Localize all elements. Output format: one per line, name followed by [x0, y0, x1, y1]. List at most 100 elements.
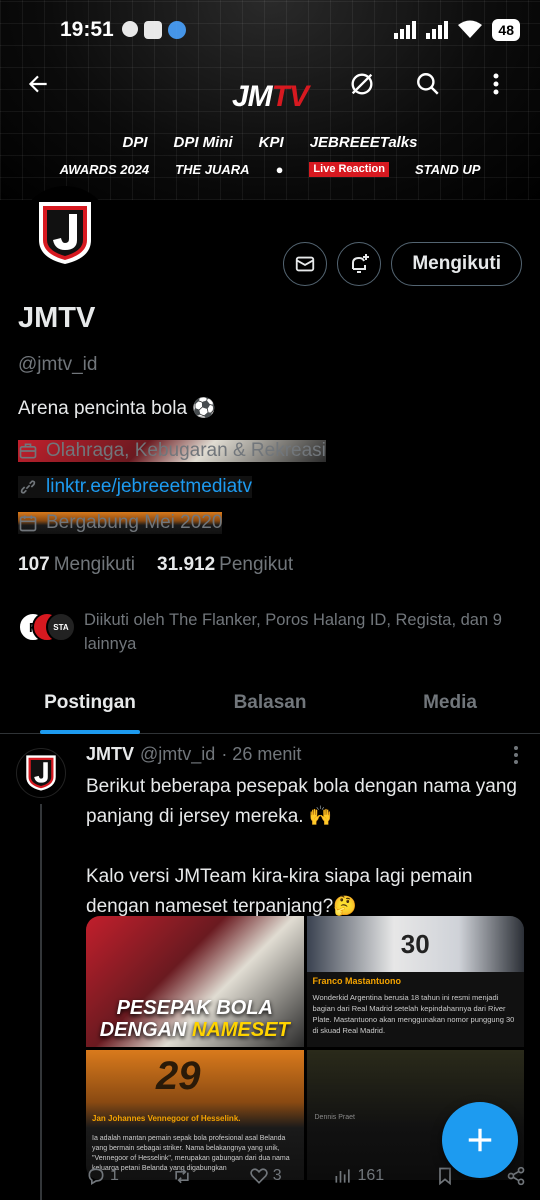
follow-counts: 107 Mengikuti 31.912 Pengikut [18, 554, 293, 576]
like-button[interactable]: 3 [249, 1166, 282, 1186]
post-image[interactable]: 30 Franco Mastantuono Wonderkid Argentin… [306, 916, 524, 1047]
briefcase-icon [19, 443, 37, 459]
image-caption: Jan Johannes Vennegoor of Hesselink. [92, 1113, 241, 1123]
jersey-image: 30 [306, 916, 524, 972]
bookmark-icon [439, 1167, 451, 1186]
banner-logos-row-2: AWARDS 2024 THE JUARA ● Live Reaction ST… [0, 162, 540, 177]
profile-handle: @jmtv_id [18, 354, 98, 375]
following-count-link[interactable]: 107 Mengikuti [18, 554, 135, 576]
followed-by-text: Diikuti oleh The Flanker, Poros Halang I… [84, 611, 502, 653]
post-more-button[interactable] [514, 746, 518, 770]
bookmark-button[interactable] [436, 1166, 454, 1186]
following-label: Mengikuti [53, 554, 136, 575]
compose-post-button[interactable] [442, 1102, 518, 1178]
more-options-button[interactable] [476, 64, 516, 104]
profile-tabs: Postingan Balasan Media [0, 672, 540, 734]
thread-line [40, 804, 42, 1200]
following-count: 107 [18, 554, 50, 575]
image-caption: Dennis Praet [314, 1113, 355, 1121]
wifi-icon [458, 20, 483, 38]
post-image[interactable]: 29 Jan Johannes Vennegoor of Hesselink. … [86, 1049, 304, 1180]
post-author-name[interactable]: JMTV [86, 744, 134, 765]
banner-logo: DPI [122, 134, 148, 151]
banner-logo: DPI Mini [173, 134, 233, 151]
tab-postingan[interactable]: Postingan [0, 672, 180, 733]
heart-icon [249, 1168, 268, 1184]
profile-avatar[interactable] [18, 186, 112, 280]
post-avatar[interactable] [16, 748, 66, 798]
search-button[interactable] [408, 64, 448, 104]
post-text: Berikut beberapa pesepak bola dengan nam… [86, 776, 517, 917]
following-button[interactable]: Mengikuti [391, 242, 522, 286]
banner-logos-row-1: DPI DPI Mini KPI JEBREEETalks [0, 134, 540, 151]
followers-label: Pengikut [219, 554, 294, 575]
banner-brand-main: JM [231, 80, 273, 113]
post-author-handle: @jmtv_id [140, 744, 216, 764]
profile-category: Olahraga, Kebugaran & Rekreasi [18, 440, 326, 462]
share-icon [507, 1166, 525, 1186]
followers-count: 31.912 [157, 554, 216, 575]
post-time: · 26 menit [221, 744, 302, 764]
jmtv-logo-icon [39, 202, 91, 264]
banner-logo: THE JUARA [175, 162, 250, 177]
banner-logo: KPI [258, 134, 284, 151]
headline-line-2b: NAMESET [191, 1018, 290, 1041]
alarm-icon [121, 21, 138, 37]
signal-icon-2 [426, 21, 449, 39]
reply-count: 1 [110, 1167, 119, 1184]
repost-icon [175, 1168, 189, 1184]
message-button[interactable] [283, 242, 328, 286]
tab-media[interactable]: Media [360, 672, 540, 733]
category-label: Olahraga, Kebugaran & Rekreasi [46, 440, 326, 461]
image-text: Wonderkid Argentina berusia 18 tahun ini… [312, 993, 515, 1035]
link-icon [20, 480, 36, 494]
jersey-number: 29 [156, 1053, 201, 1098]
banner-logo: Live Reaction [309, 162, 389, 177]
image-caption: Franco Mastantuono [312, 976, 402, 986]
profile-actions: Mengikuti [283, 242, 522, 286]
views-count: 161 [357, 1167, 385, 1184]
repost-button[interactable] [171, 1166, 197, 1186]
tab-balasan[interactable]: Balasan [180, 672, 360, 733]
telegram-icon [167, 21, 186, 39]
banner-logo: AWARDS 2024 [59, 162, 150, 177]
reply-button[interactable]: 1 [86, 1166, 119, 1186]
profile-link: linktr.ee/jebreeetmediatv [18, 476, 252, 498]
bell-plus-icon [352, 254, 370, 273]
arrow-left-icon [28, 75, 47, 93]
follower-avatar: STA [46, 612, 76, 642]
views-button[interactable]: 161 [333, 1166, 384, 1186]
profile-bio: Arena pencinta bola ⚽ [18, 398, 216, 419]
reply-icon [88, 1168, 104, 1185]
plus-icon [468, 1128, 492, 1152]
battery-icon: 48 [492, 19, 520, 41]
grok-button[interactable] [342, 64, 382, 104]
more-vertical-icon [514, 746, 518, 764]
grok-icon [351, 73, 373, 95]
followers-count-link[interactable]: 31.912 Pengikut [157, 554, 293, 576]
followed-by[interactable]: F STA Diikuti oleh The Flanker, Poros Ha… [18, 608, 528, 656]
views-icon [335, 1169, 351, 1183]
banner-brand-logo: JMTV [0, 80, 540, 114]
share-button[interactable] [506, 1166, 526, 1186]
headline-line-2a: DENGAN [99, 1018, 192, 1041]
profile-joined: Bergabung Mei 2020 [18, 512, 223, 534]
banner-logo: JEBREEETalks [309, 134, 418, 151]
notification-subscribe-button[interactable] [337, 242, 382, 286]
jmtv-logo-icon [26, 755, 56, 791]
status-time: 19:51 [60, 18, 114, 41]
status-bar: 19:51 48 [0, 0, 540, 60]
joined-label: Bergabung Mei 2020 [46, 512, 223, 533]
more-vertical-icon [493, 73, 499, 95]
banner-logo: STAND UP [414, 162, 481, 177]
post-header: JMTV @jmtv_id · 26 menit [86, 744, 301, 765]
banner-brand-accent: TV [271, 80, 309, 113]
post-image[interactable]: PESEPAK BOLA DENGAN NAMESET [86, 916, 304, 1047]
calendar-icon [19, 515, 37, 532]
headline-line-1: PESEPAK BOLA [116, 996, 273, 1019]
like-count: 3 [272, 1167, 282, 1184]
search-icon [417, 73, 439, 95]
mail-icon [296, 256, 315, 272]
profile-link-url[interactable]: linktr.ee/jebreeetmediatv [46, 476, 252, 498]
back-button[interactable] [18, 64, 58, 104]
